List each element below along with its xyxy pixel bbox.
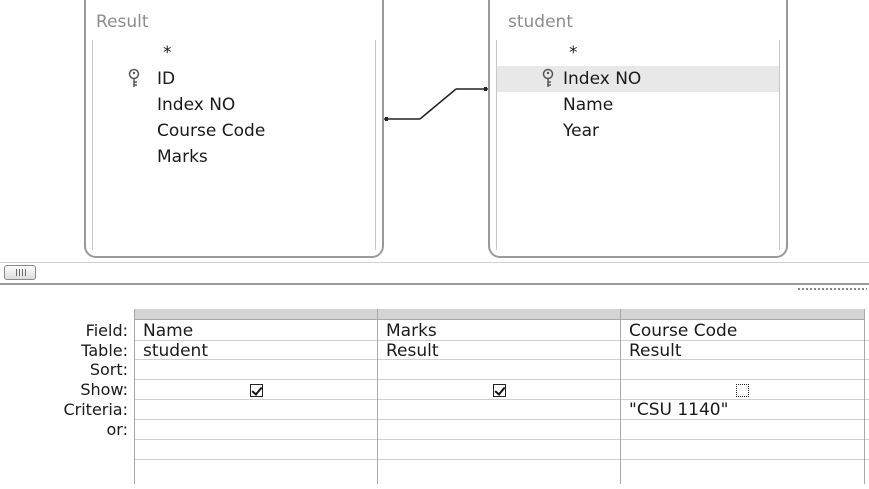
show-checkbox[interactable] [736,384,749,397]
grid-column-1[interactable]: Name student [134,309,378,484]
show-checkbox[interactable] [493,384,506,397]
pane-splitter[interactable] [0,283,869,299]
row-label-show: Show: [80,380,128,399]
join-end-right [484,87,487,91]
cell-field[interactable]: Course Code [629,322,737,340]
scrollbar-thumb-icon[interactable] [4,265,36,280]
query-design-grid: Field: Table: Sort: Show: Criteria: or: … [0,299,869,489]
join-segment-middle [419,88,457,120]
cell-field[interactable]: Name [143,322,193,340]
row-label-criteria: Criteria: [63,400,128,419]
cell-table[interactable]: student [143,342,208,360]
splitter-grip-icon[interactable] [797,287,867,291]
join-end-left [385,117,388,121]
column-selector[interactable] [135,309,378,320]
cell-table[interactable]: Result [629,342,682,360]
grid-column-2[interactable]: Marks Result [377,309,621,484]
cell-field[interactable]: Marks [386,322,437,340]
row-label-sort: Sort: [89,360,128,379]
row-label-table: Table: [81,341,128,360]
row-label-field: Field: [85,321,128,340]
column-selector[interactable] [378,309,621,320]
show-checkbox[interactable] [250,384,263,397]
cell-table[interactable]: Result [386,342,439,360]
column-selector[interactable] [621,309,864,320]
join-line[interactable] [0,0,869,262]
grid-column-3[interactable]: Course Code Result "CSU 1140" [620,309,865,484]
upper-scrollbar[interactable] [0,262,869,283]
table-design-pane: Result * ID Index NO Course Code Marks s… [0,0,869,283]
cell-criteria[interactable]: "CSU 1140" [629,401,728,419]
row-label-or: or: [106,420,128,439]
